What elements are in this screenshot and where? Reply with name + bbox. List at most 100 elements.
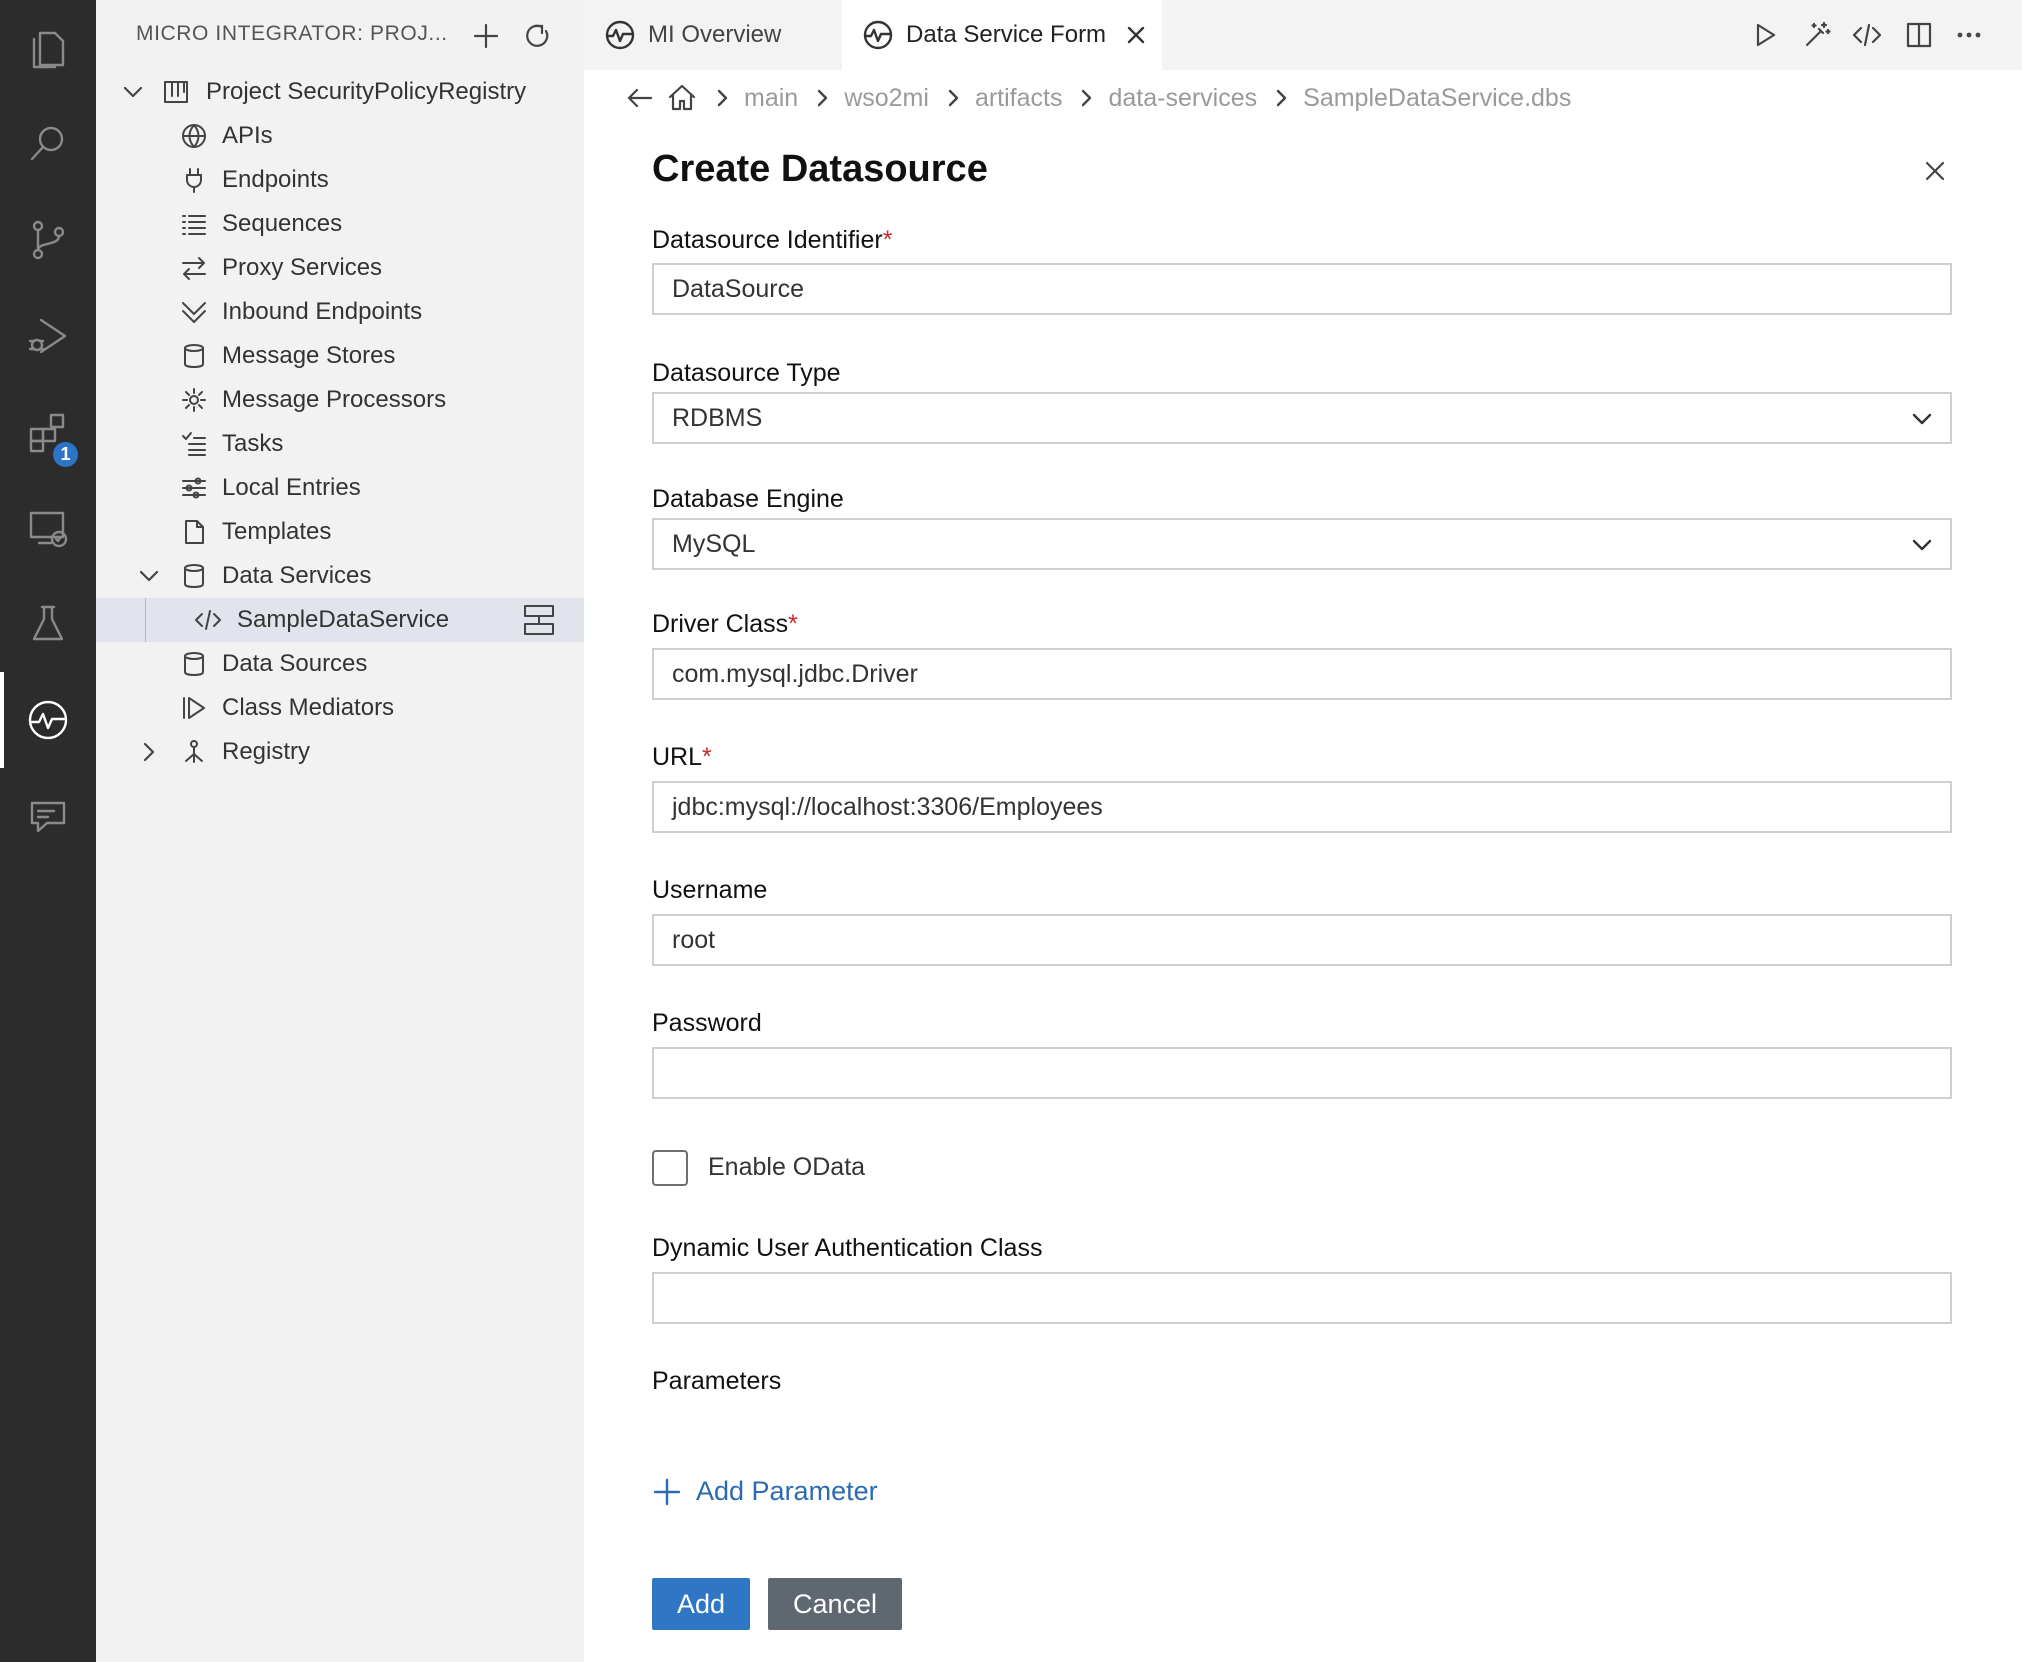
database-engine-label: Database Engine xyxy=(652,485,844,513)
code-icon xyxy=(194,606,222,634)
chevron-right-icon xyxy=(812,87,834,109)
project-icon xyxy=(162,78,190,106)
tree-item-label: Inbound Endpoints xyxy=(222,298,423,325)
editor: main wso2mi artifacts data-services Samp… xyxy=(584,70,2022,1662)
enable-odata-checkbox[interactable] xyxy=(652,1150,688,1186)
chevron-down-icon xyxy=(1910,407,1934,431)
tree-item-sample-data-service[interactable]: SampleDataService xyxy=(96,598,584,642)
tab-mi-overview[interactable]: MI Overview xyxy=(584,0,842,70)
file-icon xyxy=(180,518,208,546)
password-label: Password xyxy=(652,1009,762,1037)
chevron-right-icon[interactable] xyxy=(136,739,162,765)
tree-item-label: Message Processors xyxy=(222,386,447,413)
breadcrumb-item[interactable]: artifacts xyxy=(975,84,1063,113)
refresh-icon[interactable] xyxy=(518,16,558,56)
breadcrumb-item[interactable]: main xyxy=(744,84,798,113)
tree-item-sequences[interactable]: Sequences xyxy=(96,202,584,246)
tree-project[interactable]: Project SecurityPolicyRegistry xyxy=(96,70,584,114)
chat-icon[interactable] xyxy=(0,768,96,864)
url-label: URL* xyxy=(652,743,712,771)
chevron-right-icon xyxy=(943,87,965,109)
extensions-badge: 1 xyxy=(50,439,81,470)
add-button[interactable]: Add xyxy=(652,1578,750,1630)
plug-icon xyxy=(180,166,208,194)
tree-item-label: Sequences xyxy=(222,210,343,237)
tree-item-templates[interactable]: Templates xyxy=(96,510,584,554)
enable-odata-label: Enable OData xyxy=(708,1153,866,1181)
add-parameter-label: Add Parameter xyxy=(696,1476,878,1506)
datasource-type-select[interactable]: RDBMS xyxy=(652,392,1952,444)
tree-item-label: APIs xyxy=(222,122,273,149)
username-label: Username xyxy=(652,876,768,904)
tree-item-label: Registry xyxy=(222,738,311,765)
tree-item-class-mediators[interactable]: Class Mediators xyxy=(96,686,584,730)
username-input[interactable]: root xyxy=(652,914,1952,966)
tree-item-label: Class Mediators xyxy=(222,694,395,721)
tree-item-endpoints[interactable]: Endpoints xyxy=(96,158,584,202)
chevron-down-icon xyxy=(1910,533,1934,557)
breadcrumb-item[interactable]: wso2mi xyxy=(844,84,929,113)
tree-project-label: Project SecurityPolicyRegistry xyxy=(206,78,527,105)
driver-class-input[interactable]: com.mysql.jdbc.Driver xyxy=(652,648,1952,700)
tab-label: Data Service Form xyxy=(906,21,1107,48)
search-icon[interactable] xyxy=(0,96,96,192)
breadcrumb-item[interactable]: SampleDataService.dbs xyxy=(1303,84,1571,113)
remote-explorer-icon[interactable] xyxy=(0,480,96,576)
chevron-right-icon xyxy=(1271,87,1293,109)
auth-class-input[interactable] xyxy=(652,1272,1952,1324)
indent-guide xyxy=(145,598,146,642)
tree-item-label: Templates xyxy=(222,518,332,545)
split-editor-icon[interactable] xyxy=(1900,16,1938,54)
more-icon[interactable] xyxy=(1950,16,1988,54)
tree-item-inbound-endpoints[interactable]: Inbound Endpoints xyxy=(96,290,584,334)
tree-item-data-sources[interactable]: Data Sources xyxy=(96,642,584,686)
add-parameter-link[interactable]: Add Parameter xyxy=(652,1476,878,1507)
class-mediator-icon xyxy=(180,694,208,722)
activity-bar: 1 xyxy=(0,0,96,1662)
driver-class-label: Driver Class* xyxy=(652,610,798,638)
breadcrumb-item[interactable]: data-services xyxy=(1108,84,1257,113)
home-icon[interactable] xyxy=(666,82,698,114)
micro-integrator-icon[interactable] xyxy=(0,672,96,768)
explorer-icon[interactable] xyxy=(0,0,96,96)
close-icon[interactable] xyxy=(1124,23,1148,47)
testing-icon[interactable] xyxy=(0,576,96,672)
add-icon[interactable] xyxy=(466,16,506,56)
parameters-label: Parameters xyxy=(652,1367,782,1395)
password-input[interactable] xyxy=(652,1047,1952,1099)
extensions-icon[interactable]: 1 xyxy=(0,384,96,480)
tree-item-apis[interactable]: APIs xyxy=(96,114,584,158)
back-arrow-icon[interactable] xyxy=(624,82,656,114)
close-icon[interactable] xyxy=(1920,156,1950,186)
tree-item-registry[interactable]: Registry xyxy=(96,730,584,774)
chevron-down-icon[interactable] xyxy=(120,79,146,105)
tree-item-label: Endpoints xyxy=(222,166,329,193)
url-input[interactable]: jdbc:mysql://localhost:3306/Employees xyxy=(652,781,1952,833)
selected-value: RDBMS xyxy=(672,403,763,432)
tree-item-proxy-services[interactable]: Proxy Services xyxy=(96,246,584,290)
tree-item-local-entries[interactable]: Local Entries xyxy=(96,466,584,510)
sliders-icon xyxy=(180,474,208,502)
tree-item-message-stores[interactable]: Message Stores xyxy=(96,334,584,378)
tree-item-data-services[interactable]: Data Services xyxy=(96,554,584,598)
tree-item-label: Message Stores xyxy=(222,342,396,369)
cancel-button[interactable]: Cancel xyxy=(768,1578,902,1630)
registry-icon xyxy=(180,738,208,766)
tree-item-tasks[interactable]: Tasks xyxy=(96,422,584,466)
run-icon[interactable] xyxy=(1746,16,1784,54)
source-control-icon[interactable] xyxy=(0,192,96,288)
tab-data-service-form[interactable]: Data Service Form xyxy=(842,0,1162,70)
tree-item-label: Data Services xyxy=(222,562,372,589)
tree-item-message-processors[interactable]: Message Processors xyxy=(96,378,584,422)
inbound-icon xyxy=(180,298,208,326)
identifier-input[interactable]: DataSource xyxy=(652,263,1952,315)
datasource-type-label: Datasource Type xyxy=(652,359,841,387)
magic-wand-icon[interactable] xyxy=(1798,16,1836,54)
code-view-icon[interactable] xyxy=(1848,16,1886,54)
run-debug-icon[interactable] xyxy=(0,288,96,384)
database-engine-select[interactable]: MySQL xyxy=(652,518,1952,570)
auth-class-label: Dynamic User Authentication Class xyxy=(652,1234,1043,1262)
layout-icon[interactable] xyxy=(522,603,556,637)
chevron-down-icon[interactable] xyxy=(136,563,162,589)
tab-label: MI Overview xyxy=(648,21,782,48)
